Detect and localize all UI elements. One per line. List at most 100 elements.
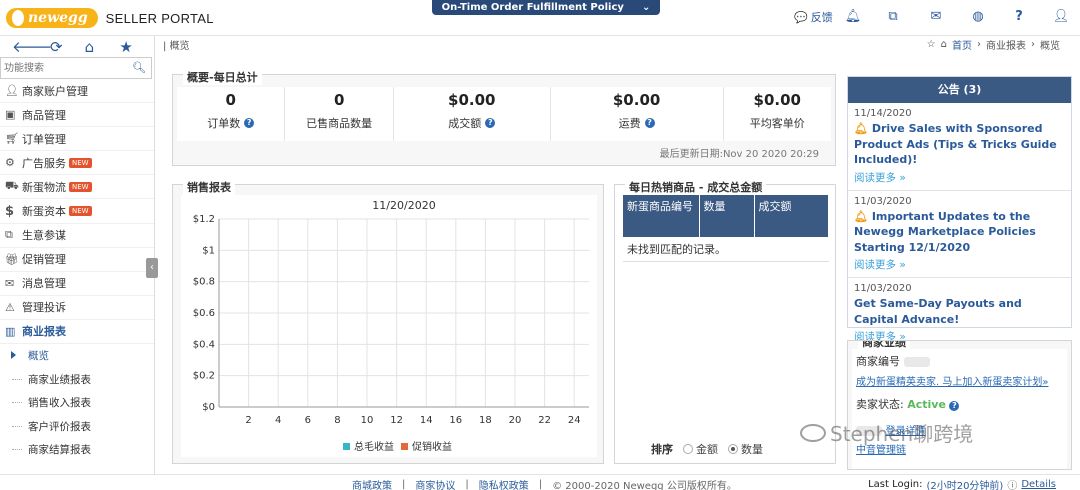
radio-circle <box>683 444 693 454</box>
elite-seller-link[interactable]: 成为新蛋精英卖家. 马上加入新蛋卖家计划» <box>856 377 1048 388</box>
sidebar-item-promotions[interactable]: 🎁︎ 促销管理 <box>0 248 154 272</box>
sidebar-search: 🔍︎ <box>0 57 152 79</box>
stat-value: 0 <box>333 91 345 109</box>
egg-icon <box>12 10 24 26</box>
sidebar-item-logistics[interactable]: ⛟ 新蛋物流 NEW <box>0 175 154 200</box>
details-link[interactable]: Details <box>1021 479 1056 490</box>
sort-by-quantity-radio[interactable]: 数量 <box>728 441 763 457</box>
announcement-title-link[interactable]: 🔔︎ Important Updates to the Newegg Marke… <box>854 209 1065 256</box>
sidebar-item-label: 促销管理 <box>22 253 66 267</box>
sidebar-item-capital[interactable]: $ 新蛋资本 NEW <box>0 199 154 224</box>
back-arrow-icon[interactable]: 🡐 <box>12 37 52 56</box>
stat-shipping: $0.00 运费? <box>551 87 724 141</box>
last-login: Last Login: (2小时20分钟前) ⓘ Details <box>868 477 1056 490</box>
legend-swatch <box>401 443 408 450</box>
stat-label: 运费? <box>551 115 723 131</box>
bell-icon: 🔔︎ <box>854 122 868 135</box>
announcement-title-link[interactable]: Get Same-Day Payouts and Capital Advance… <box>854 296 1065 327</box>
legend-label: 总毛收益 <box>354 440 394 453</box>
envelope-icon: ✉ <box>5 276 15 290</box>
sidebar-collapse-handle[interactable]: ‹ <box>146 258 158 278</box>
stat-label: 平均客单价 <box>724 115 831 131</box>
refresh-icon[interactable]: ⟳ <box>50 38 85 56</box>
help-icon[interactable]: ? <box>485 118 496 128</box>
announcement-item: 11/03/2020 Get Same-Day Payouts and Capi… <box>848 278 1071 349</box>
breadcrumb-page: 概览 <box>1040 41 1060 52</box>
sitemap-icon[interactable]: ⧉ <box>884 8 902 26</box>
sidebar-item-complaints[interactable]: ⚠ 管理投诉 <box>0 296 154 320</box>
current-page-text: 概览 <box>169 41 190 52</box>
x-tick-label: 14 <box>420 415 433 426</box>
breadcrumb-trail: ☆ ⌂ 首页 › 商业报表 › 概览 <box>927 37 1060 52</box>
sales-chart-container: 11/20/2020 $0 $0.2 $0.4 $0.6 $0.8 $1 $1.2 2 4 6 8 10… <box>181 195 597 457</box>
home-icon[interactable]: ⌂ <box>85 38 120 56</box>
x-tick-label: 10 <box>361 415 374 426</box>
feedback-link[interactable]: 💬 反馈 <box>794 9 833 25</box>
bell-icon[interactable]: 🔔︎ <box>844 8 862 26</box>
sidebar-item-ads[interactable]: ⚙ 广告服务 NEW <box>0 151 154 176</box>
sales-report-panel: 销售报表 11/20/2020 $0 $0.2 $0.4 $0.6 $0.8 $1 $1.2 2… <box>172 179 604 464</box>
sidebar-item-insights[interactable]: ⧉ 生意参谋 <box>0 224 154 248</box>
y-tick-label: $0.8 <box>193 277 215 288</box>
globe-icon[interactable]: ◍ <box>969 8 987 26</box>
sidebar-item-messages[interactable]: ✉ 消息管理 <box>0 272 154 296</box>
legend-label: 促销收益 <box>412 440 452 453</box>
stat-label: 订单数? <box>177 115 284 131</box>
sidebar-subitem-revenue[interactable]: 销售收入报表 <box>0 391 154 415</box>
policy-dropdown[interactable]: On-Time Order Fulfillment Policy ⌄ <box>432 0 660 15</box>
star-icon[interactable]: ★ <box>119 38 154 56</box>
sidebar-subitem-settlement[interactable]: 商家结算报表 <box>0 438 154 462</box>
footer-link-privacy[interactable]: 隐私权政策 <box>479 477 529 490</box>
help-icon[interactable]: ? <box>1010 8 1028 26</box>
column-header[interactable]: 数量 <box>699 195 755 237</box>
sidebar-subitem-overview[interactable]: 概览 <box>0 344 154 368</box>
announcement-date: 11/03/2020 <box>854 195 912 207</box>
read-more-link[interactable]: 阅读更多 » <box>854 257 1065 272</box>
sidebar-item-products[interactable]: ▣ 商品管理 <box>0 103 154 128</box>
new-badge: NEW <box>69 181 92 192</box>
help-icon[interactable]: ? <box>644 118 655 128</box>
stat-label-text: 平均客单价 <box>749 117 805 130</box>
watermark: Stephen聊跨境 <box>800 418 973 447</box>
announcement-title: Drive Sales with Sponsored Product Ads (… <box>854 122 1057 166</box>
y-tick-label: $0.2 <box>193 371 215 382</box>
breadcrumb-separator: › <box>1031 39 1035 50</box>
newegg-logo[interactable]: newegg SELLER PORTAL <box>6 6 214 30</box>
breadcrumb-separator: › <box>977 39 981 50</box>
read-more-link[interactable]: 阅读更多 » <box>854 170 1065 185</box>
envelope-icon[interactable]: ✉ <box>927 8 945 26</box>
sort-by-amount-radio[interactable]: 金额 <box>683 441 718 457</box>
legend-swatch <box>343 443 350 450</box>
column-header[interactable]: 新蛋商品编号 <box>623 195 700 237</box>
column-header[interactable]: 成交额 <box>754 195 829 237</box>
merchant-id-label: 商家编号 <box>856 355 900 368</box>
sidebar-subitem-reviews[interactable]: 客户评价报表 <box>0 415 154 439</box>
search-icon[interactable]: 🔍︎ <box>132 61 146 74</box>
announcement-title: Important Updates to the Newegg Marketpl… <box>854 209 1036 254</box>
chart-title: 11/20/2020 <box>372 199 435 212</box>
subitem-label: 商家结算报表 <box>28 444 91 457</box>
help-icon[interactable]: ? <box>244 118 255 128</box>
sidebar-item-reports[interactable]: ▥ 商业报表 <box>0 320 154 345</box>
x-tick-label: 24 <box>568 415 581 426</box>
sidebar-subitem-performance[interactable]: 商家业绩报表 <box>0 368 154 392</box>
y-tick-label: $0.4 <box>193 339 215 350</box>
user-icon: 👤︎ <box>5 84 19 98</box>
sidebar-item-label: 新蛋物流 <box>22 180 66 194</box>
breadcrumb-home[interactable]: 首页 <box>952 37 972 52</box>
footer-link-agreement[interactable]: 商家协议 <box>415 477 455 490</box>
footer-link-policy[interactable]: 商城政策 <box>352 477 392 490</box>
announcement-item: 11/14/2020 🔔︎ Drive Sales with Sponsored… <box>848 103 1071 191</box>
announcement-title-link[interactable]: 🔔︎ Drive Sales with Sponsored Product Ad… <box>854 121 1065 168</box>
sidebar-item-orders[interactable]: 🛒︎ 订单管理 <box>0 127 154 152</box>
user-icon[interactable]: 👤︎ <box>1052 8 1070 26</box>
function-search-input[interactable] <box>1 58 131 78</box>
policy-label: On-Time Order Fulfillment Policy <box>441 2 624 13</box>
subitem-label: 客户评价报表 <box>28 420 91 433</box>
current-page-label: | 概览 <box>163 41 190 52</box>
sidebar-item-account[interactable]: 👤︎ 商家账户管理 <box>0 79 154 104</box>
stat-value: $0.00 <box>612 91 661 109</box>
y-tick-label: $0 <box>202 402 215 413</box>
star-icon[interactable]: ☆ <box>927 39 936 50</box>
help-icon[interactable]: ? <box>949 401 960 411</box>
